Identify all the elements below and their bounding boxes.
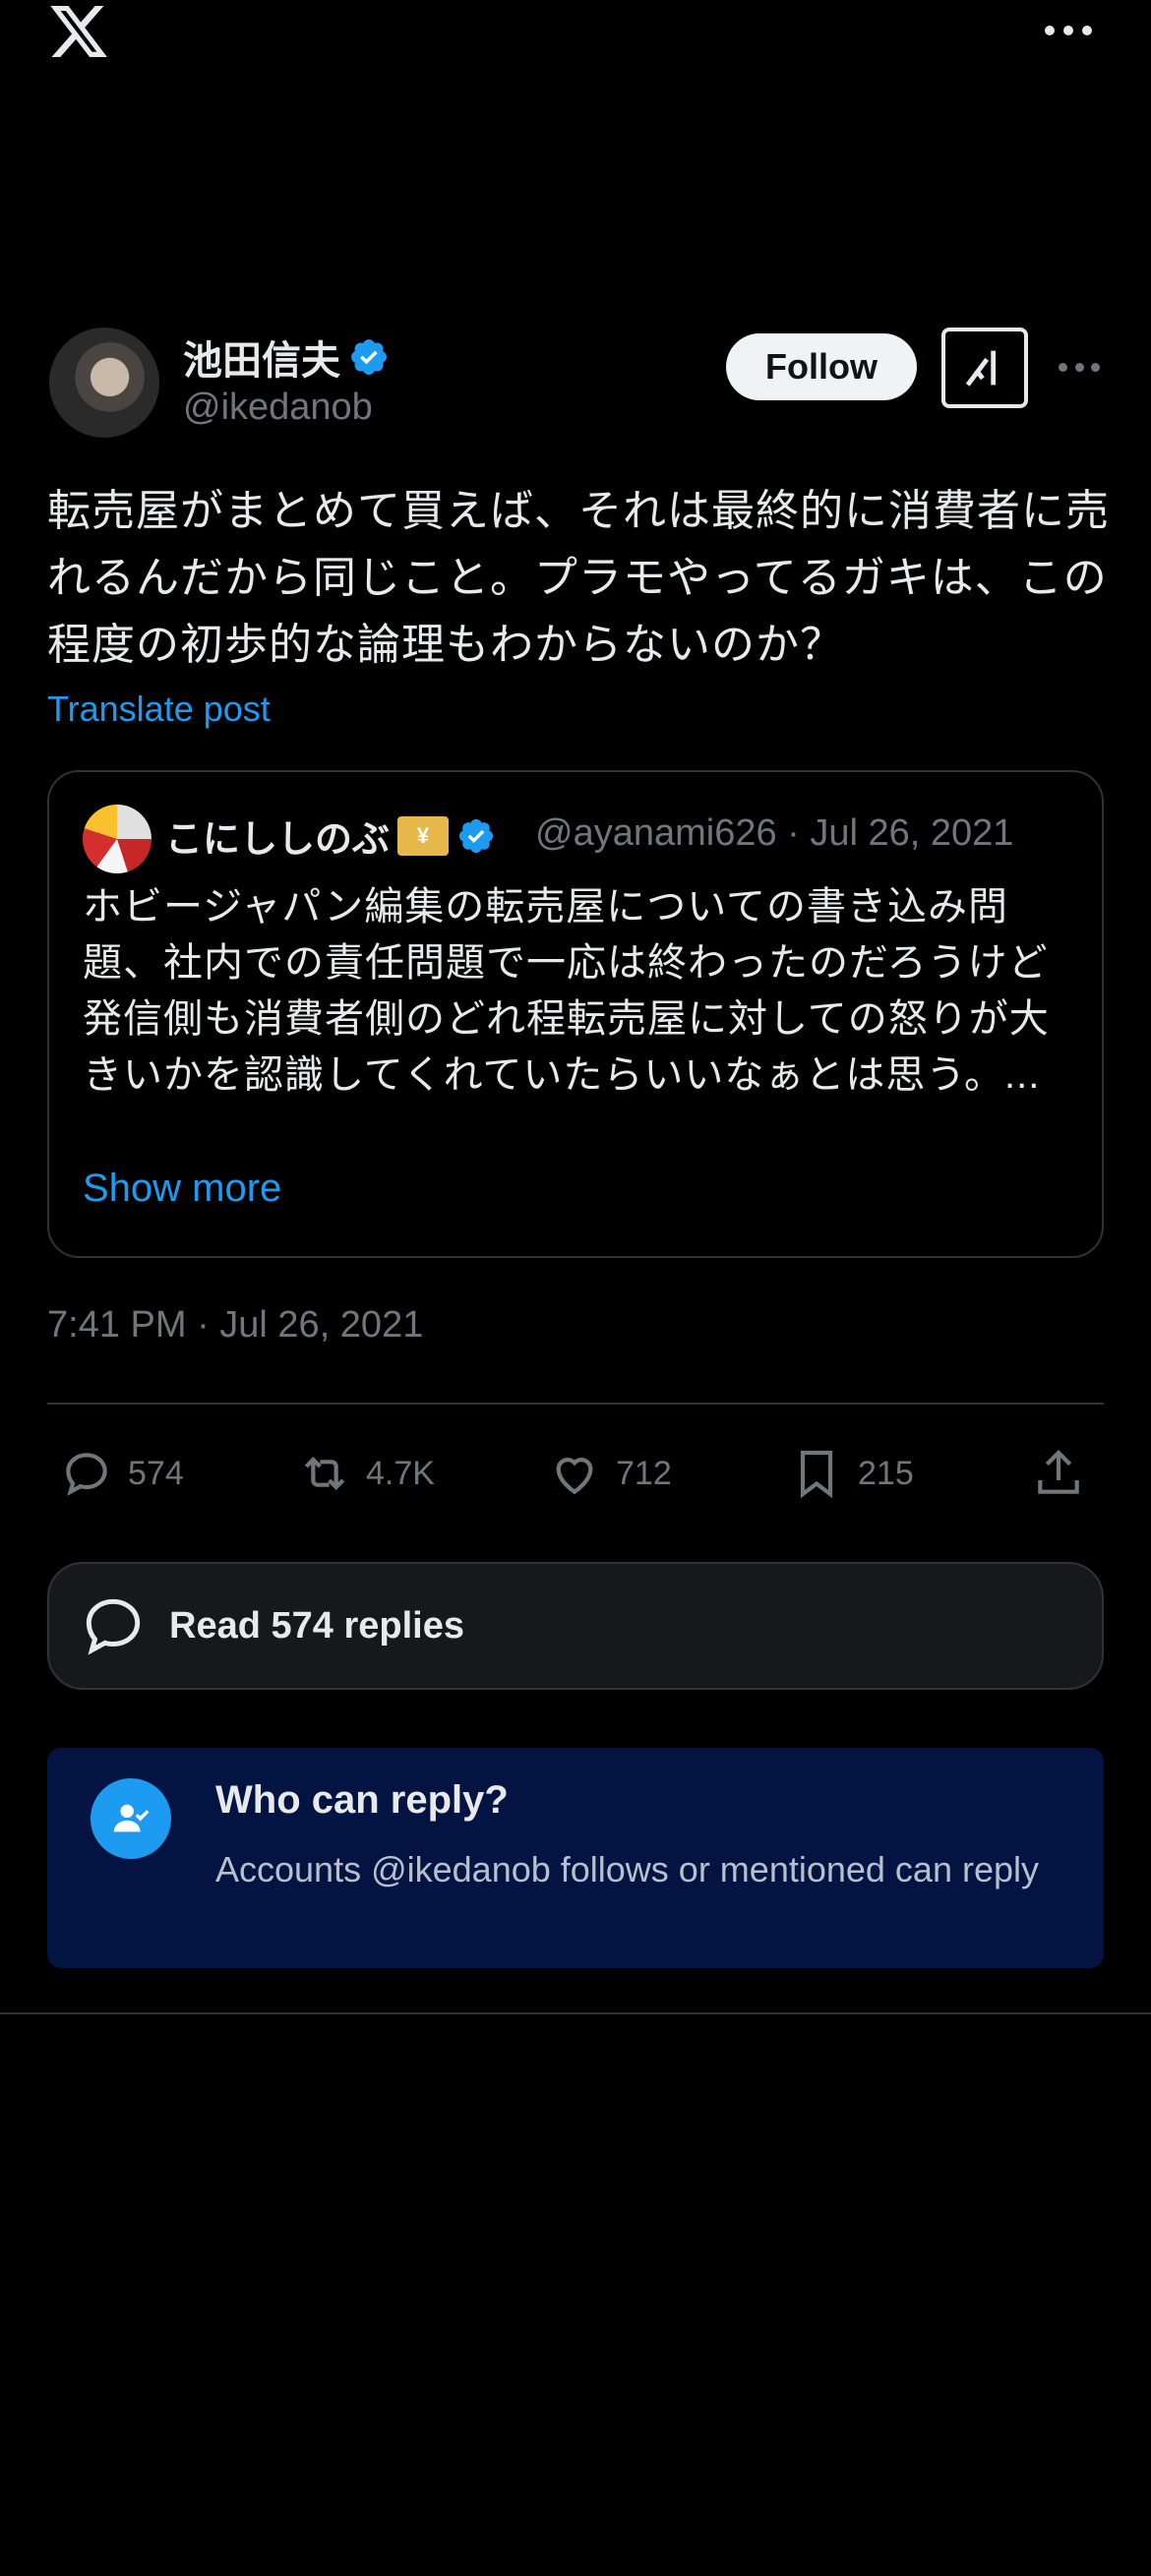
grok-icon[interactable]: [941, 328, 1028, 408]
author-avatar[interactable]: [49, 328, 159, 438]
share-icon: [1038, 1450, 1079, 1494]
translate-post-link[interactable]: Translate post: [47, 689, 271, 730]
author-handle[interactable]: @ikedanob: [183, 387, 373, 429]
author-name-row[interactable]: 池田信夫: [183, 329, 390, 386]
who-can-reply-title: Who can reply?: [215, 1778, 509, 1822]
like-count: 712: [616, 1454, 672, 1492]
user-check-icon: [91, 1778, 171, 1859]
reply-button[interactable]: 574: [59, 1441, 184, 1506]
speech-bubble-icon: [86, 1598, 141, 1655]
who-can-reply-description: Accounts @ikedanob follows or mentioned …: [215, 1849, 1039, 1889]
heart-icon: [556, 1458, 593, 1495]
author-name[interactable]: 池田信夫: [183, 329, 340, 386]
post-more-icon[interactable]: [1059, 362, 1100, 372]
quote-avatar: [83, 805, 151, 873]
repost-icon: [304, 1457, 345, 1490]
divider: [0, 2012, 1151, 2014]
quote-handle-date: @ayanami626 · Jul 26, 2021: [535, 812, 1014, 854]
x-logo-icon[interactable]: [47, 0, 110, 63]
follow-button[interactable]: Follow: [726, 333, 917, 400]
share-button[interactable]: [1031, 1441, 1086, 1506]
grok-logo-icon: [965, 350, 997, 387]
bookmark-icon: [800, 1450, 833, 1499]
quote-text: ホビージャパン編集の転売屋についての書き込み問題、社内での責任問題で一応は終わっ…: [83, 885, 1050, 1097]
like-button[interactable]: 712: [547, 1441, 672, 1506]
bookmark-button[interactable]: 215: [789, 1441, 914, 1506]
divider: [47, 1403, 1104, 1405]
show-more-link[interactable]: Show more: [83, 1167, 281, 1211]
bookmark-count: 215: [858, 1454, 914, 1492]
repost-button[interactable]: 4.7K: [297, 1441, 435, 1506]
reply-count: 574: [128, 1454, 184, 1492]
repost-count: 4.7K: [366, 1454, 435, 1492]
read-replies-label: Read 574 replies: [169, 1604, 464, 1647]
quote-verified-badge-icon: [458, 818, 494, 853]
verified-badge-icon: [351, 339, 387, 375]
reply-icon: [66, 1453, 107, 1496]
more-options-icon[interactable]: [1045, 24, 1092, 37]
quote-name-row: こにししのぶ ¥: [165, 809, 496, 863]
quote-author-name: こにししのぶ: [165, 819, 391, 861]
post-text: 転売屋がまとめて買えば、それは最終的に消費者に売れるんだから同じこと。プラモやっ…: [47, 487, 1110, 669]
read-replies-button[interactable]: Read 574 replies: [47, 1562, 1104, 1690]
yen-banknote-emoji-icon: ¥: [397, 815, 450, 856]
post-timestamp[interactable]: 7:41 PM · Jul 26, 2021: [47, 1304, 423, 1347]
